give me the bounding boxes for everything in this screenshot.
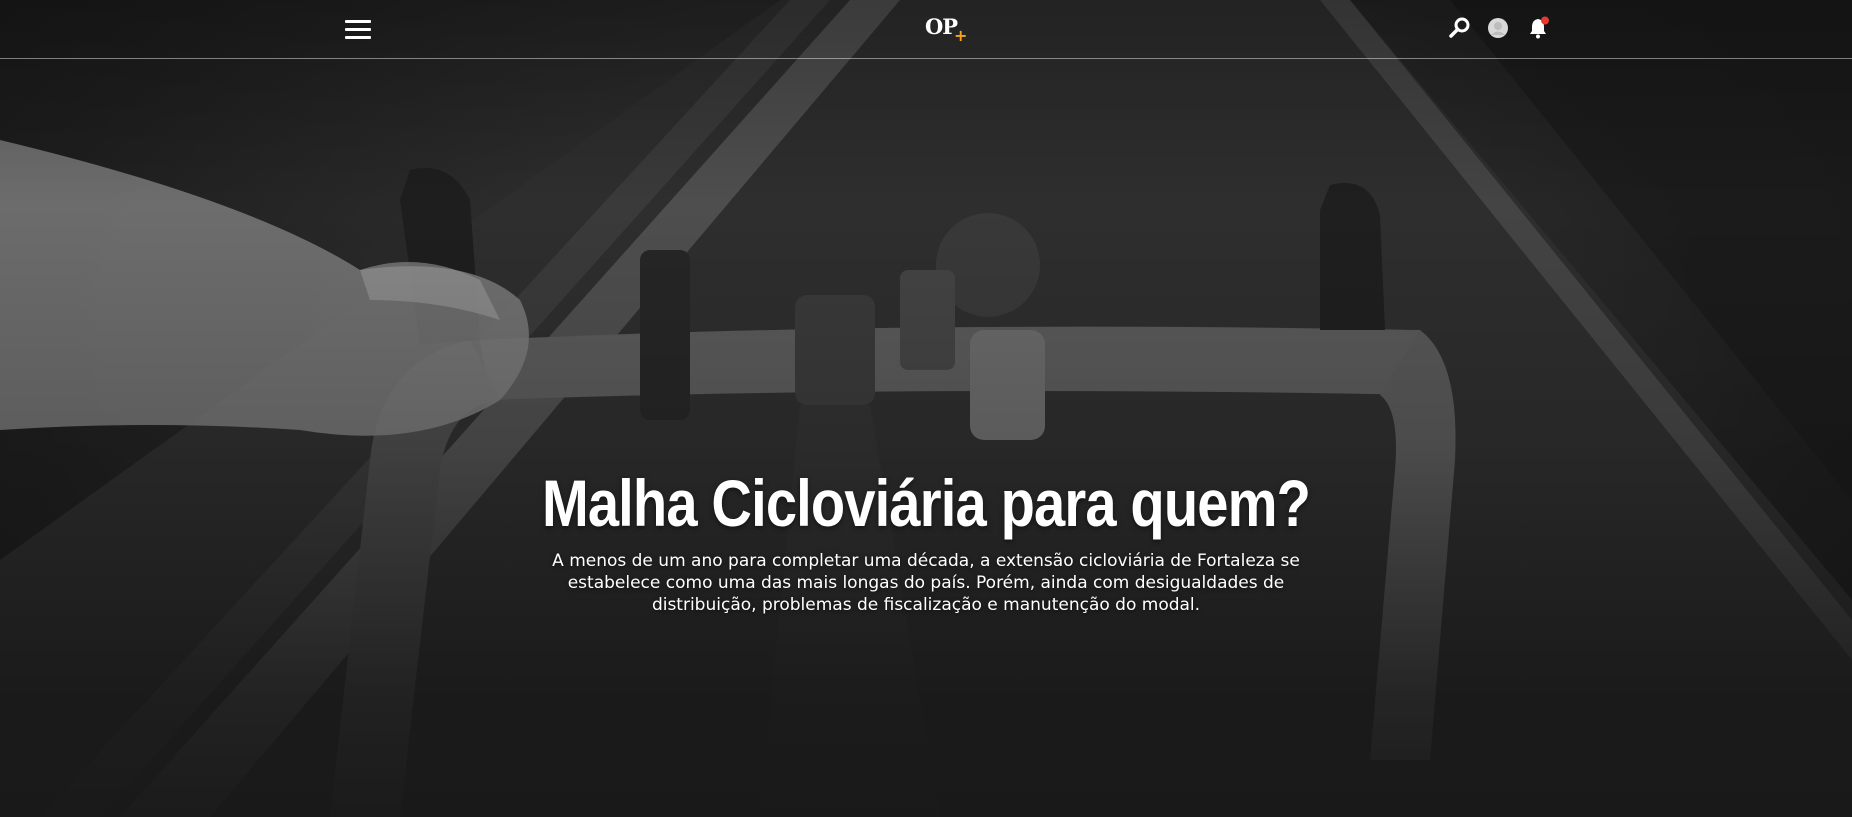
site-logo[interactable]: OP + xyxy=(925,14,967,45)
top-navigation-bar: OP + xyxy=(0,0,1852,59)
logo-text: OP xyxy=(925,14,958,39)
search-icon[interactable] xyxy=(1448,16,1472,40)
page-title: Malha Cicloviária para quem? xyxy=(541,466,1311,540)
user-avatar-icon[interactable] xyxy=(1486,16,1510,40)
logo-plus: + xyxy=(954,26,967,45)
page-subtitle: A menos de um ano para completar uma déc… xyxy=(552,551,1300,615)
notification-badge xyxy=(1541,16,1549,25)
hero-text-block: Malha Cicloviária para quem? A menos de … xyxy=(0,460,1852,616)
hero-overlay xyxy=(0,0,1852,817)
hero-section: OP + Malha Cicloviária para quem? A meno… xyxy=(0,0,1852,817)
bell-icon[interactable] xyxy=(1526,16,1550,40)
hamburger-menu-icon[interactable] xyxy=(345,18,373,40)
